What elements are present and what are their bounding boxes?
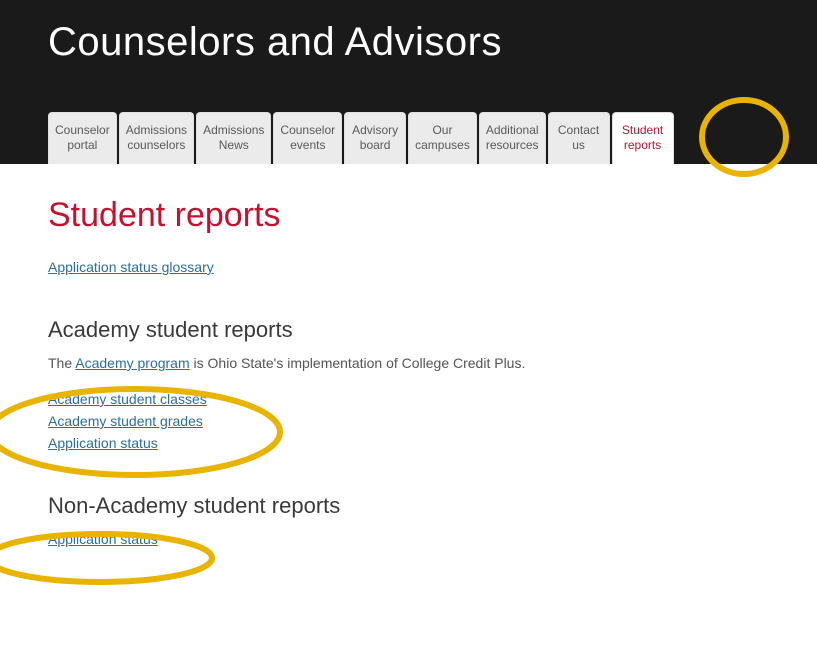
banner-title: Counselors and Advisors	[48, 20, 502, 65]
tab-label: portal	[55, 138, 110, 152]
list-item: Academy student classes	[48, 391, 769, 409]
tab-label: counselors	[126, 138, 187, 152]
academy-program-link[interactable]: Academy program	[75, 355, 189, 371]
tab-label: campuses	[415, 138, 470, 152]
academy-links: Academy student classes Academy student …	[48, 391, 769, 453]
tab-label: Contact	[555, 123, 603, 137]
list-item: Academy student grades	[48, 413, 769, 431]
tab-additional-resources[interactable]: Additional resources	[479, 112, 546, 164]
non-academy-heading: Non-Academy student reports	[48, 493, 769, 519]
header-bar: Counselors and Advisors Counselor portal…	[0, 0, 817, 164]
tab-admissions-news[interactable]: Admissions News	[196, 112, 271, 164]
tab-label: Student	[619, 123, 667, 137]
tab-label: resources	[486, 138, 539, 152]
tab-student-reports[interactable]: Student reports	[612, 112, 674, 164]
academy-application-status-link[interactable]: Application status	[48, 435, 158, 451]
tab-label: events	[280, 138, 335, 152]
glossary-link[interactable]: Application status glossary	[48, 259, 214, 275]
academy-student-grades-link[interactable]: Academy student grades	[48, 413, 203, 429]
tab-admissions-counselors[interactable]: Admissions counselors	[119, 112, 194, 164]
academy-heading: Academy student reports	[48, 317, 769, 343]
academy-intro: The Academy program is Ohio State's impl…	[48, 355, 769, 371]
non-academy-links: Application status	[48, 531, 769, 549]
academy-student-classes-link[interactable]: Academy student classes	[48, 391, 207, 407]
tab-contact-us[interactable]: Contact us	[548, 112, 610, 164]
intro-suffix: is Ohio State's implementation of Colleg…	[190, 355, 526, 371]
tab-label: Additional	[486, 123, 539, 137]
page-title: Student reports	[48, 196, 769, 235]
list-item: Application status	[48, 435, 769, 453]
tab-label: Advisory	[351, 123, 399, 137]
non-academy-application-status-link[interactable]: Application status	[48, 531, 158, 547]
tab-label: reports	[619, 138, 667, 152]
list-item: Application status	[48, 531, 769, 549]
tab-label: Admissions	[126, 123, 187, 137]
tabstrip: Counselor portal Admissions counselors A…	[48, 112, 674, 164]
content-area: Student reports Application status gloss…	[0, 164, 817, 649]
tab-label: Counselor	[55, 123, 110, 137]
tab-label: News	[203, 138, 264, 152]
intro-prefix: The	[48, 355, 75, 371]
tab-counselor-events[interactable]: Counselor events	[273, 112, 342, 164]
tab-label: board	[351, 138, 399, 152]
tab-label: Our	[415, 123, 470, 137]
tab-counselor-portal[interactable]: Counselor portal	[48, 112, 117, 164]
tab-our-campuses[interactable]: Our campuses	[408, 112, 477, 164]
tab-label: us	[555, 138, 603, 152]
tab-advisory-board[interactable]: Advisory board	[344, 112, 406, 164]
tab-label: Counselor	[280, 123, 335, 137]
tab-label: Admissions	[203, 123, 264, 137]
